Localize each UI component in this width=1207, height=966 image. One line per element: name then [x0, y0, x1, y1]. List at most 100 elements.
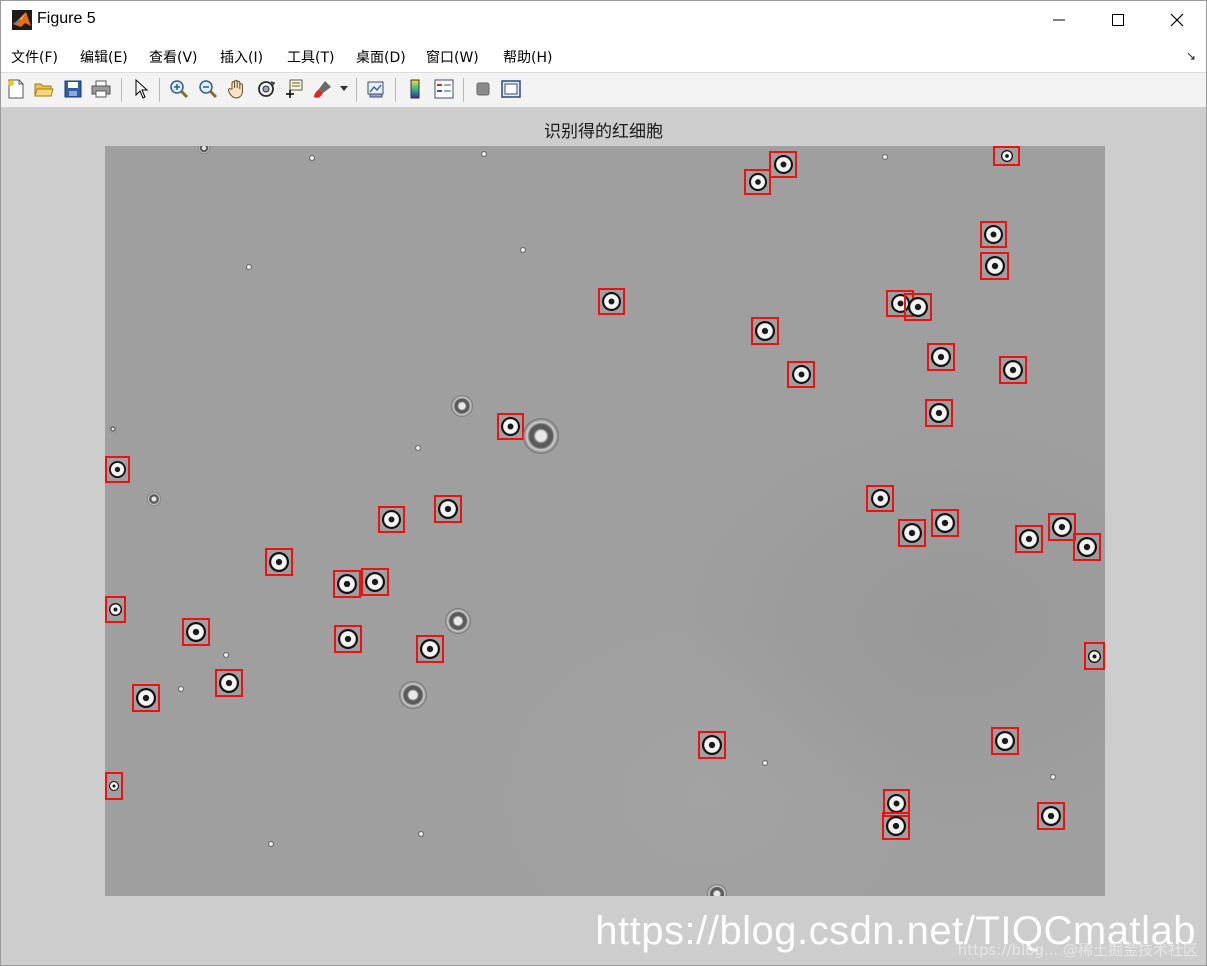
link-plot-button[interactable] [365, 78, 387, 100]
minimize-icon [1053, 19, 1065, 21]
detection-box [105, 456, 130, 483]
pan-button[interactable] [226, 78, 248, 100]
cell-debris [445, 608, 471, 634]
cell-debris [451, 395, 473, 417]
maximize-button[interactable] [1089, 1, 1147, 39]
detection-box [434, 495, 462, 523]
detection-box [1073, 533, 1101, 561]
detection-box [182, 618, 210, 646]
detection-box [980, 221, 1007, 248]
menu-desktop[interactable]: 桌面(D) [356, 47, 406, 67]
detection-box [334, 625, 362, 653]
detection-box [751, 317, 779, 345]
cell-debris [399, 681, 427, 709]
detection-box [999, 356, 1027, 384]
detection-box [416, 635, 444, 663]
data-cursor-button[interactable] [283, 78, 305, 100]
maximize-icon [1112, 14, 1124, 26]
speck [223, 652, 229, 658]
detection-box [931, 509, 959, 537]
speck [882, 154, 888, 160]
new-figure-button[interactable] [5, 78, 27, 100]
figure-window: Figure 5 文件(F) 编辑(E) 查看(V) 插入(I) 工具(T) 桌… [0, 0, 1207, 966]
detection-box [132, 684, 160, 712]
save-button[interactable] [62, 78, 84, 100]
speck [418, 831, 424, 837]
speck [1050, 774, 1056, 780]
hide-plot-tools-button[interactable] [472, 78, 494, 100]
detection-box [866, 485, 894, 512]
dock-arrow-icon[interactable]: ↘ [1186, 49, 1196, 63]
menu-insert[interactable]: 插入(I) [220, 47, 263, 67]
menu-file[interactable]: 文件(F) [11, 47, 58, 67]
detection-box [993, 146, 1020, 166]
menu-tools[interactable]: 工具(T) [287, 47, 334, 67]
detection-box [265, 548, 293, 576]
menu-window[interactable]: 窗口(W) [426, 47, 479, 67]
axes-title: 识别得的红细胞 [544, 122, 663, 142]
microscopy-image [105, 146, 1105, 896]
menu-bar: 文件(F) 编辑(E) 查看(V) 插入(I) 工具(T) 桌面(D) 窗口(W… [1, 39, 1206, 72]
save-icon [64, 80, 82, 98]
speck [415, 445, 421, 451]
brush-icon [314, 81, 331, 98]
menu-help[interactable]: 帮助(H) [503, 47, 552, 67]
speck [246, 264, 252, 270]
cell-debris [707, 884, 727, 896]
detection-box [882, 812, 910, 840]
detection-box [1048, 513, 1076, 541]
pointer-button[interactable] [130, 78, 152, 100]
brush-dropdown-button[interactable] [337, 78, 351, 100]
print-icon [91, 80, 111, 98]
speck [520, 247, 526, 253]
close-button[interactable] [1148, 1, 1206, 39]
menu-view[interactable]: 查看(V) [149, 47, 198, 67]
detection-box [105, 772, 123, 800]
matlab-logo-icon [12, 10, 32, 30]
detection-box [598, 288, 625, 315]
legend-button[interactable] [433, 78, 455, 100]
cell-debris [109, 425, 117, 433]
menu-edit[interactable]: 编辑(E) [80, 47, 128, 67]
watermark-secondary: https://blog... @稀土掘金技术社区 [957, 941, 1198, 959]
detection-box [1037, 802, 1065, 830]
colorbar-icon [410, 79, 420, 99]
detection-box [215, 669, 243, 697]
detection-box [980, 252, 1009, 280]
open-file-button[interactable] [33, 78, 55, 100]
detection-box [744, 169, 771, 195]
detection-box [497, 413, 524, 440]
detection-box [105, 596, 126, 623]
close-icon [1170, 13, 1184, 27]
show-plot-tools-button[interactable] [500, 78, 522, 100]
pan-hand-icon [228, 79, 243, 99]
speck [268, 841, 274, 847]
open-file-icon [34, 83, 54, 97]
brush-button[interactable] [312, 78, 334, 100]
detection-box [698, 731, 726, 759]
zoom-in-button[interactable] [168, 78, 190, 100]
detection-box [787, 361, 815, 388]
detection-box [1015, 525, 1043, 553]
speck [309, 155, 315, 161]
detection-box [925, 399, 953, 427]
dropdown-arrow-icon [340, 86, 348, 91]
colorbar-button[interactable] [404, 78, 426, 100]
window-title: Figure 5 [37, 10, 96, 27]
link-plot-icon [367, 81, 384, 98]
minimize-button[interactable] [1030, 1, 1088, 39]
show-plot-tools-icon [501, 80, 521, 98]
toolbar [1, 72, 1206, 108]
print-button[interactable] [90, 78, 112, 100]
legend-icon [434, 79, 454, 99]
title-bar: Figure 5 [1, 1, 1206, 39]
zoom-out-button[interactable] [197, 78, 219, 100]
speck [481, 151, 487, 157]
speck [762, 760, 768, 766]
detection-box [1084, 642, 1105, 670]
rotate-3d-icon [258, 81, 276, 97]
rotate-button[interactable] [255, 78, 277, 100]
hide-plot-tools-icon [476, 82, 490, 96]
cell-debris [198, 146, 210, 154]
zoom-in-icon [170, 80, 189, 99]
